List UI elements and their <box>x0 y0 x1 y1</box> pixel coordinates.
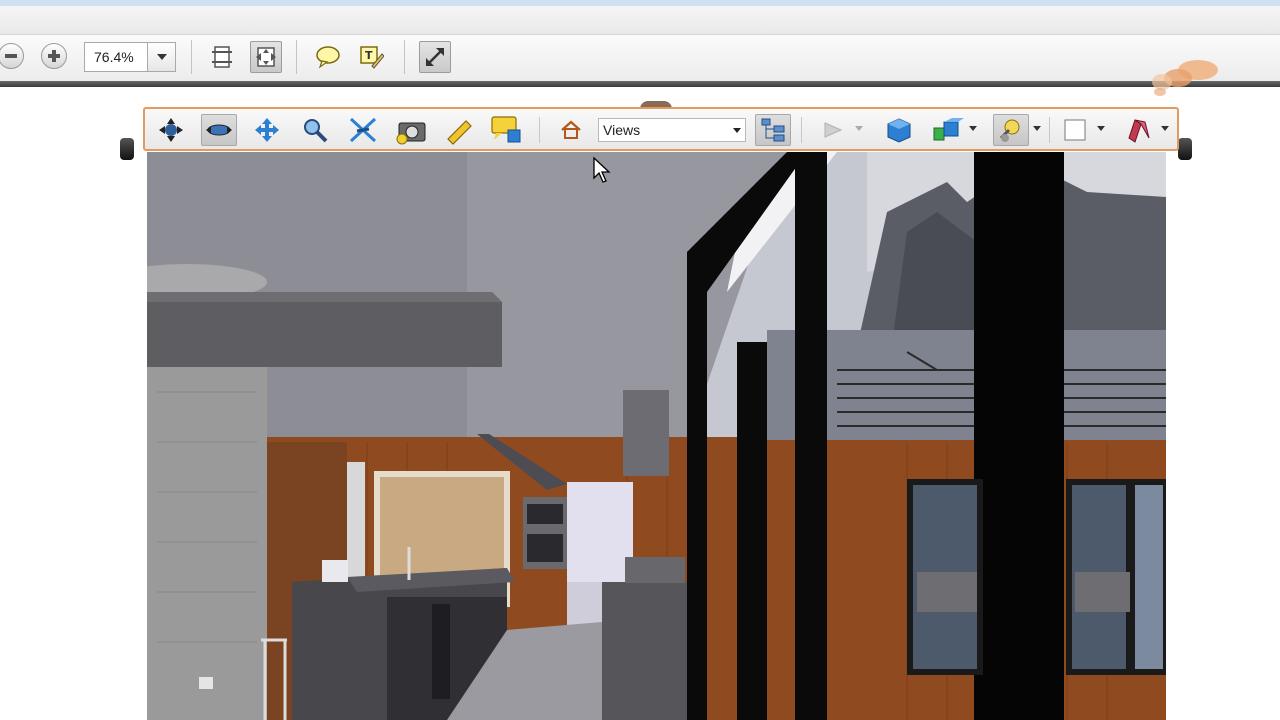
fit-width-button[interactable] <box>250 41 282 73</box>
zoom-out-icon <box>5 54 17 58</box>
chevron-down-icon <box>1161 126 1169 131</box>
default-view-icon <box>561 120 581 139</box>
toolbar-3d-separator <box>1049 117 1050 143</box>
zoom-dropdown-button[interactable] <box>148 42 176 72</box>
spin-tool-button[interactable] <box>201 114 237 146</box>
chevron-down-icon <box>733 128 741 133</box>
lighting-button[interactable] <box>993 114 1029 146</box>
lighting-icon <box>999 119 1020 142</box>
chevron-down-icon <box>969 126 977 131</box>
zoom-input[interactable]: 76.4% <box>84 42 148 72</box>
play-animation-button[interactable] <box>815 114 851 146</box>
chevron-down-icon <box>1033 126 1041 131</box>
pan-tool-icon <box>255 118 279 142</box>
projection-button[interactable] <box>881 114 917 146</box>
render-mode-icon <box>933 118 964 141</box>
highlight-text-button[interactable]: T <box>355 41 387 73</box>
zoom-in-button[interactable] <box>41 43 67 69</box>
measure-tool-button[interactable] <box>441 114 477 146</box>
camera-properties-icon <box>396 122 426 145</box>
toolbar-3d-separator <box>801 117 802 143</box>
fullscreen-icon <box>426 48 444 66</box>
fullscreen-button[interactable] <box>419 41 451 73</box>
mouse-cursor-icon <box>593 156 611 183</box>
views-dropdown-label: Views <box>603 122 641 138</box>
comment-3d-button[interactable] <box>489 114 525 146</box>
fit-width-icon <box>256 47 276 67</box>
sticky-note-icon <box>316 46 340 69</box>
cross-section-icon <box>1128 119 1150 143</box>
svg-text:T: T <box>365 49 373 62</box>
spinner-icon <box>1152 60 1218 96</box>
views-dropdown[interactable]: Views <box>598 118 746 142</box>
zoom-in-icon <box>48 50 60 62</box>
annotation-handle-left[interactable] <box>120 138 134 160</box>
comment-3d-icon <box>491 116 521 143</box>
annotation-handle-right[interactable] <box>1178 138 1192 160</box>
measure-tool-icon <box>447 120 472 145</box>
spin-tool-icon <box>206 124 232 136</box>
zoom-tool-button[interactable] <box>297 114 333 146</box>
cross-section-button[interactable] <box>1119 114 1155 146</box>
camera-properties-button[interactable] <box>393 114 429 146</box>
play-animation-icon <box>824 122 843 138</box>
fit-page-icon <box>212 46 232 68</box>
highlight-text-icon: T <box>360 46 384 69</box>
toolbar-separator <box>191 40 192 74</box>
sticky-note-button[interactable] <box>312 41 344 73</box>
chevron-down-icon <box>1097 126 1105 131</box>
fit-page-button[interactable] <box>206 41 238 73</box>
model-tree-icon <box>761 118 785 142</box>
kitchen-3d-scene <box>147 152 1166 720</box>
toolbar-separator <box>404 40 405 74</box>
3d-model-viewport[interactable] <box>147 152 1166 720</box>
chevron-down-icon <box>855 126 863 131</box>
pan-tool-button[interactable] <box>249 114 285 146</box>
zoom-tool-icon <box>304 119 328 143</box>
fly-tool-button[interactable] <box>345 114 381 146</box>
toolbar-3d-separator <box>539 117 540 143</box>
background-color-icon <box>1064 119 1086 141</box>
fly-tool-icon <box>349 117 377 143</box>
background-color-button[interactable] <box>1057 114 1093 146</box>
render-mode-button[interactable] <box>929 114 965 146</box>
chevron-down-icon <box>156 54 167 60</box>
projection-icon <box>887 118 911 143</box>
main-toolbar <box>0 35 1280 81</box>
toolbar-separator <box>296 40 297 74</box>
3d-toolbar: Views <box>143 107 1179 151</box>
default-view-button[interactable] <box>553 114 589 146</box>
menu-bar <box>0 6 1280 35</box>
model-tree-button[interactable] <box>755 114 791 146</box>
rotate-tool-icon <box>159 118 183 142</box>
rotate-tool-button[interactable] <box>153 114 189 146</box>
